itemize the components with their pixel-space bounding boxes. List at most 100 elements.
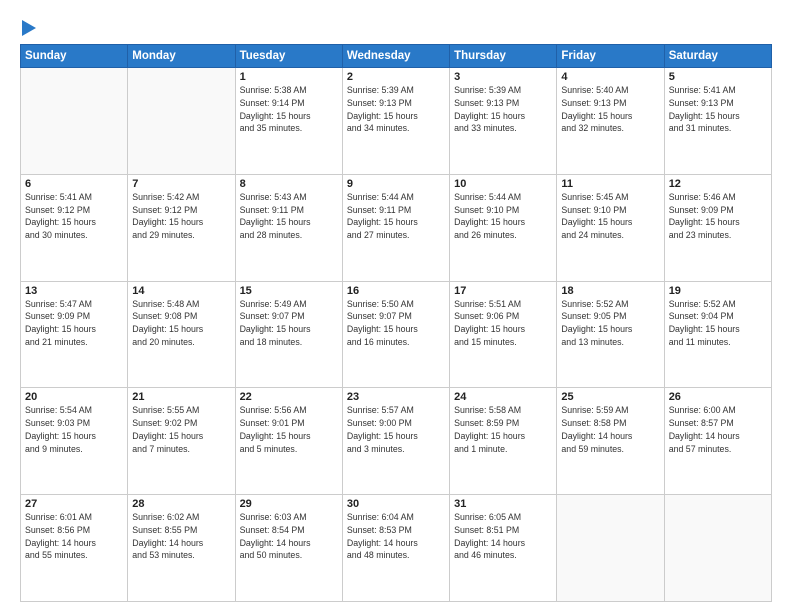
day-details: Sunrise: 5:59 AM Sunset: 8:58 PM Dayligh… (561, 404, 659, 455)
page: SundayMondayTuesdayWednesdayThursdayFrid… (0, 0, 792, 612)
logo-arrow-icon (22, 20, 36, 36)
day-cell: 22Sunrise: 5:56 AM Sunset: 9:01 PM Dayli… (235, 388, 342, 495)
day-details: Sunrise: 5:41 AM Sunset: 9:13 PM Dayligh… (669, 84, 767, 135)
day-details: Sunrise: 5:42 AM Sunset: 9:12 PM Dayligh… (132, 191, 230, 242)
day-details: Sunrise: 5:40 AM Sunset: 9:13 PM Dayligh… (561, 84, 659, 135)
day-cell (128, 68, 235, 175)
day-number: 26 (669, 391, 767, 403)
day-cell (557, 495, 664, 602)
day-number: 31 (454, 498, 552, 510)
week-row-4: 27Sunrise: 6:01 AM Sunset: 8:56 PM Dayli… (21, 495, 772, 602)
day-number: 24 (454, 391, 552, 403)
day-cell: 20Sunrise: 5:54 AM Sunset: 9:03 PM Dayli… (21, 388, 128, 495)
day-cell: 3Sunrise: 5:39 AM Sunset: 9:13 PM Daylig… (450, 68, 557, 175)
day-number: 17 (454, 285, 552, 297)
day-cell: 23Sunrise: 5:57 AM Sunset: 9:00 PM Dayli… (342, 388, 449, 495)
day-details: Sunrise: 5:54 AM Sunset: 9:03 PM Dayligh… (25, 404, 123, 455)
day-number: 18 (561, 285, 659, 297)
day-cell: 8Sunrise: 5:43 AM Sunset: 9:11 PM Daylig… (235, 174, 342, 281)
day-cell: 16Sunrise: 5:50 AM Sunset: 9:07 PM Dayli… (342, 281, 449, 388)
day-number: 5 (669, 71, 767, 83)
day-details: Sunrise: 5:39 AM Sunset: 9:13 PM Dayligh… (454, 84, 552, 135)
day-details: Sunrise: 6:03 AM Sunset: 8:54 PM Dayligh… (240, 511, 338, 562)
day-cell: 6Sunrise: 5:41 AM Sunset: 9:12 PM Daylig… (21, 174, 128, 281)
day-details: Sunrise: 5:46 AM Sunset: 9:09 PM Dayligh… (669, 191, 767, 242)
day-details: Sunrise: 5:49 AM Sunset: 9:07 PM Dayligh… (240, 298, 338, 349)
week-row-0: 1Sunrise: 5:38 AM Sunset: 9:14 PM Daylig… (21, 68, 772, 175)
day-cell: 30Sunrise: 6:04 AM Sunset: 8:53 PM Dayli… (342, 495, 449, 602)
weekday-header-friday: Friday (557, 45, 664, 68)
day-cell: 31Sunrise: 6:05 AM Sunset: 8:51 PM Dayli… (450, 495, 557, 602)
calendar-table: SundayMondayTuesdayWednesdayThursdayFrid… (20, 44, 772, 602)
day-details: Sunrise: 5:48 AM Sunset: 9:08 PM Dayligh… (132, 298, 230, 349)
day-cell: 2Sunrise: 5:39 AM Sunset: 9:13 PM Daylig… (342, 68, 449, 175)
day-details: Sunrise: 5:44 AM Sunset: 9:10 PM Dayligh… (454, 191, 552, 242)
day-cell: 19Sunrise: 5:52 AM Sunset: 9:04 PM Dayli… (664, 281, 771, 388)
day-number: 1 (240, 71, 338, 83)
day-number: 14 (132, 285, 230, 297)
weekday-header-sunday: Sunday (21, 45, 128, 68)
day-details: Sunrise: 5:51 AM Sunset: 9:06 PM Dayligh… (454, 298, 552, 349)
day-number: 25 (561, 391, 659, 403)
day-number: 19 (669, 285, 767, 297)
day-number: 28 (132, 498, 230, 510)
day-cell: 29Sunrise: 6:03 AM Sunset: 8:54 PM Dayli… (235, 495, 342, 602)
day-number: 3 (454, 71, 552, 83)
weekday-header-monday: Monday (128, 45, 235, 68)
day-details: Sunrise: 5:56 AM Sunset: 9:01 PM Dayligh… (240, 404, 338, 455)
day-details: Sunrise: 5:39 AM Sunset: 9:13 PM Dayligh… (347, 84, 445, 135)
day-cell: 25Sunrise: 5:59 AM Sunset: 8:58 PM Dayli… (557, 388, 664, 495)
day-number: 10 (454, 178, 552, 190)
day-number: 6 (25, 178, 123, 190)
day-cell: 21Sunrise: 5:55 AM Sunset: 9:02 PM Dayli… (128, 388, 235, 495)
day-cell: 7Sunrise: 5:42 AM Sunset: 9:12 PM Daylig… (128, 174, 235, 281)
day-cell: 12Sunrise: 5:46 AM Sunset: 9:09 PM Dayli… (664, 174, 771, 281)
day-number: 8 (240, 178, 338, 190)
day-cell: 1Sunrise: 5:38 AM Sunset: 9:14 PM Daylig… (235, 68, 342, 175)
day-number: 21 (132, 391, 230, 403)
day-number: 12 (669, 178, 767, 190)
day-number: 13 (25, 285, 123, 297)
day-details: Sunrise: 5:44 AM Sunset: 9:11 PM Dayligh… (347, 191, 445, 242)
day-number: 23 (347, 391, 445, 403)
day-cell: 10Sunrise: 5:44 AM Sunset: 9:10 PM Dayli… (450, 174, 557, 281)
day-number: 2 (347, 71, 445, 83)
day-details: Sunrise: 5:50 AM Sunset: 9:07 PM Dayligh… (347, 298, 445, 349)
day-number: 20 (25, 391, 123, 403)
day-number: 27 (25, 498, 123, 510)
day-number: 11 (561, 178, 659, 190)
day-cell: 13Sunrise: 5:47 AM Sunset: 9:09 PM Dayli… (21, 281, 128, 388)
day-details: Sunrise: 5:45 AM Sunset: 9:10 PM Dayligh… (561, 191, 659, 242)
day-cell: 14Sunrise: 5:48 AM Sunset: 9:08 PM Dayli… (128, 281, 235, 388)
day-details: Sunrise: 5:55 AM Sunset: 9:02 PM Dayligh… (132, 404, 230, 455)
header (20, 18, 772, 36)
logo-text (20, 18, 36, 36)
day-details: Sunrise: 6:04 AM Sunset: 8:53 PM Dayligh… (347, 511, 445, 562)
week-row-1: 6Sunrise: 5:41 AM Sunset: 9:12 PM Daylig… (21, 174, 772, 281)
day-details: Sunrise: 5:52 AM Sunset: 9:05 PM Dayligh… (561, 298, 659, 349)
weekday-header-row: SundayMondayTuesdayWednesdayThursdayFrid… (21, 45, 772, 68)
day-details: Sunrise: 6:01 AM Sunset: 8:56 PM Dayligh… (25, 511, 123, 562)
day-details: Sunrise: 6:02 AM Sunset: 8:55 PM Dayligh… (132, 511, 230, 562)
day-details: Sunrise: 5:52 AM Sunset: 9:04 PM Dayligh… (669, 298, 767, 349)
day-number: 4 (561, 71, 659, 83)
day-cell: 4Sunrise: 5:40 AM Sunset: 9:13 PM Daylig… (557, 68, 664, 175)
day-number: 7 (132, 178, 230, 190)
day-cell: 18Sunrise: 5:52 AM Sunset: 9:05 PM Dayli… (557, 281, 664, 388)
day-details: Sunrise: 5:38 AM Sunset: 9:14 PM Dayligh… (240, 84, 338, 135)
week-row-3: 20Sunrise: 5:54 AM Sunset: 9:03 PM Dayli… (21, 388, 772, 495)
week-row-2: 13Sunrise: 5:47 AM Sunset: 9:09 PM Dayli… (21, 281, 772, 388)
logo (20, 18, 36, 36)
weekday-header-wednesday: Wednesday (342, 45, 449, 68)
day-number: 15 (240, 285, 338, 297)
day-details: Sunrise: 5:57 AM Sunset: 9:00 PM Dayligh… (347, 404, 445, 455)
day-cell (664, 495, 771, 602)
day-details: Sunrise: 6:05 AM Sunset: 8:51 PM Dayligh… (454, 511, 552, 562)
day-number: 9 (347, 178, 445, 190)
day-cell: 17Sunrise: 5:51 AM Sunset: 9:06 PM Dayli… (450, 281, 557, 388)
day-number: 29 (240, 498, 338, 510)
weekday-header-tuesday: Tuesday (235, 45, 342, 68)
day-cell: 11Sunrise: 5:45 AM Sunset: 9:10 PM Dayli… (557, 174, 664, 281)
day-number: 22 (240, 391, 338, 403)
weekday-header-thursday: Thursday (450, 45, 557, 68)
